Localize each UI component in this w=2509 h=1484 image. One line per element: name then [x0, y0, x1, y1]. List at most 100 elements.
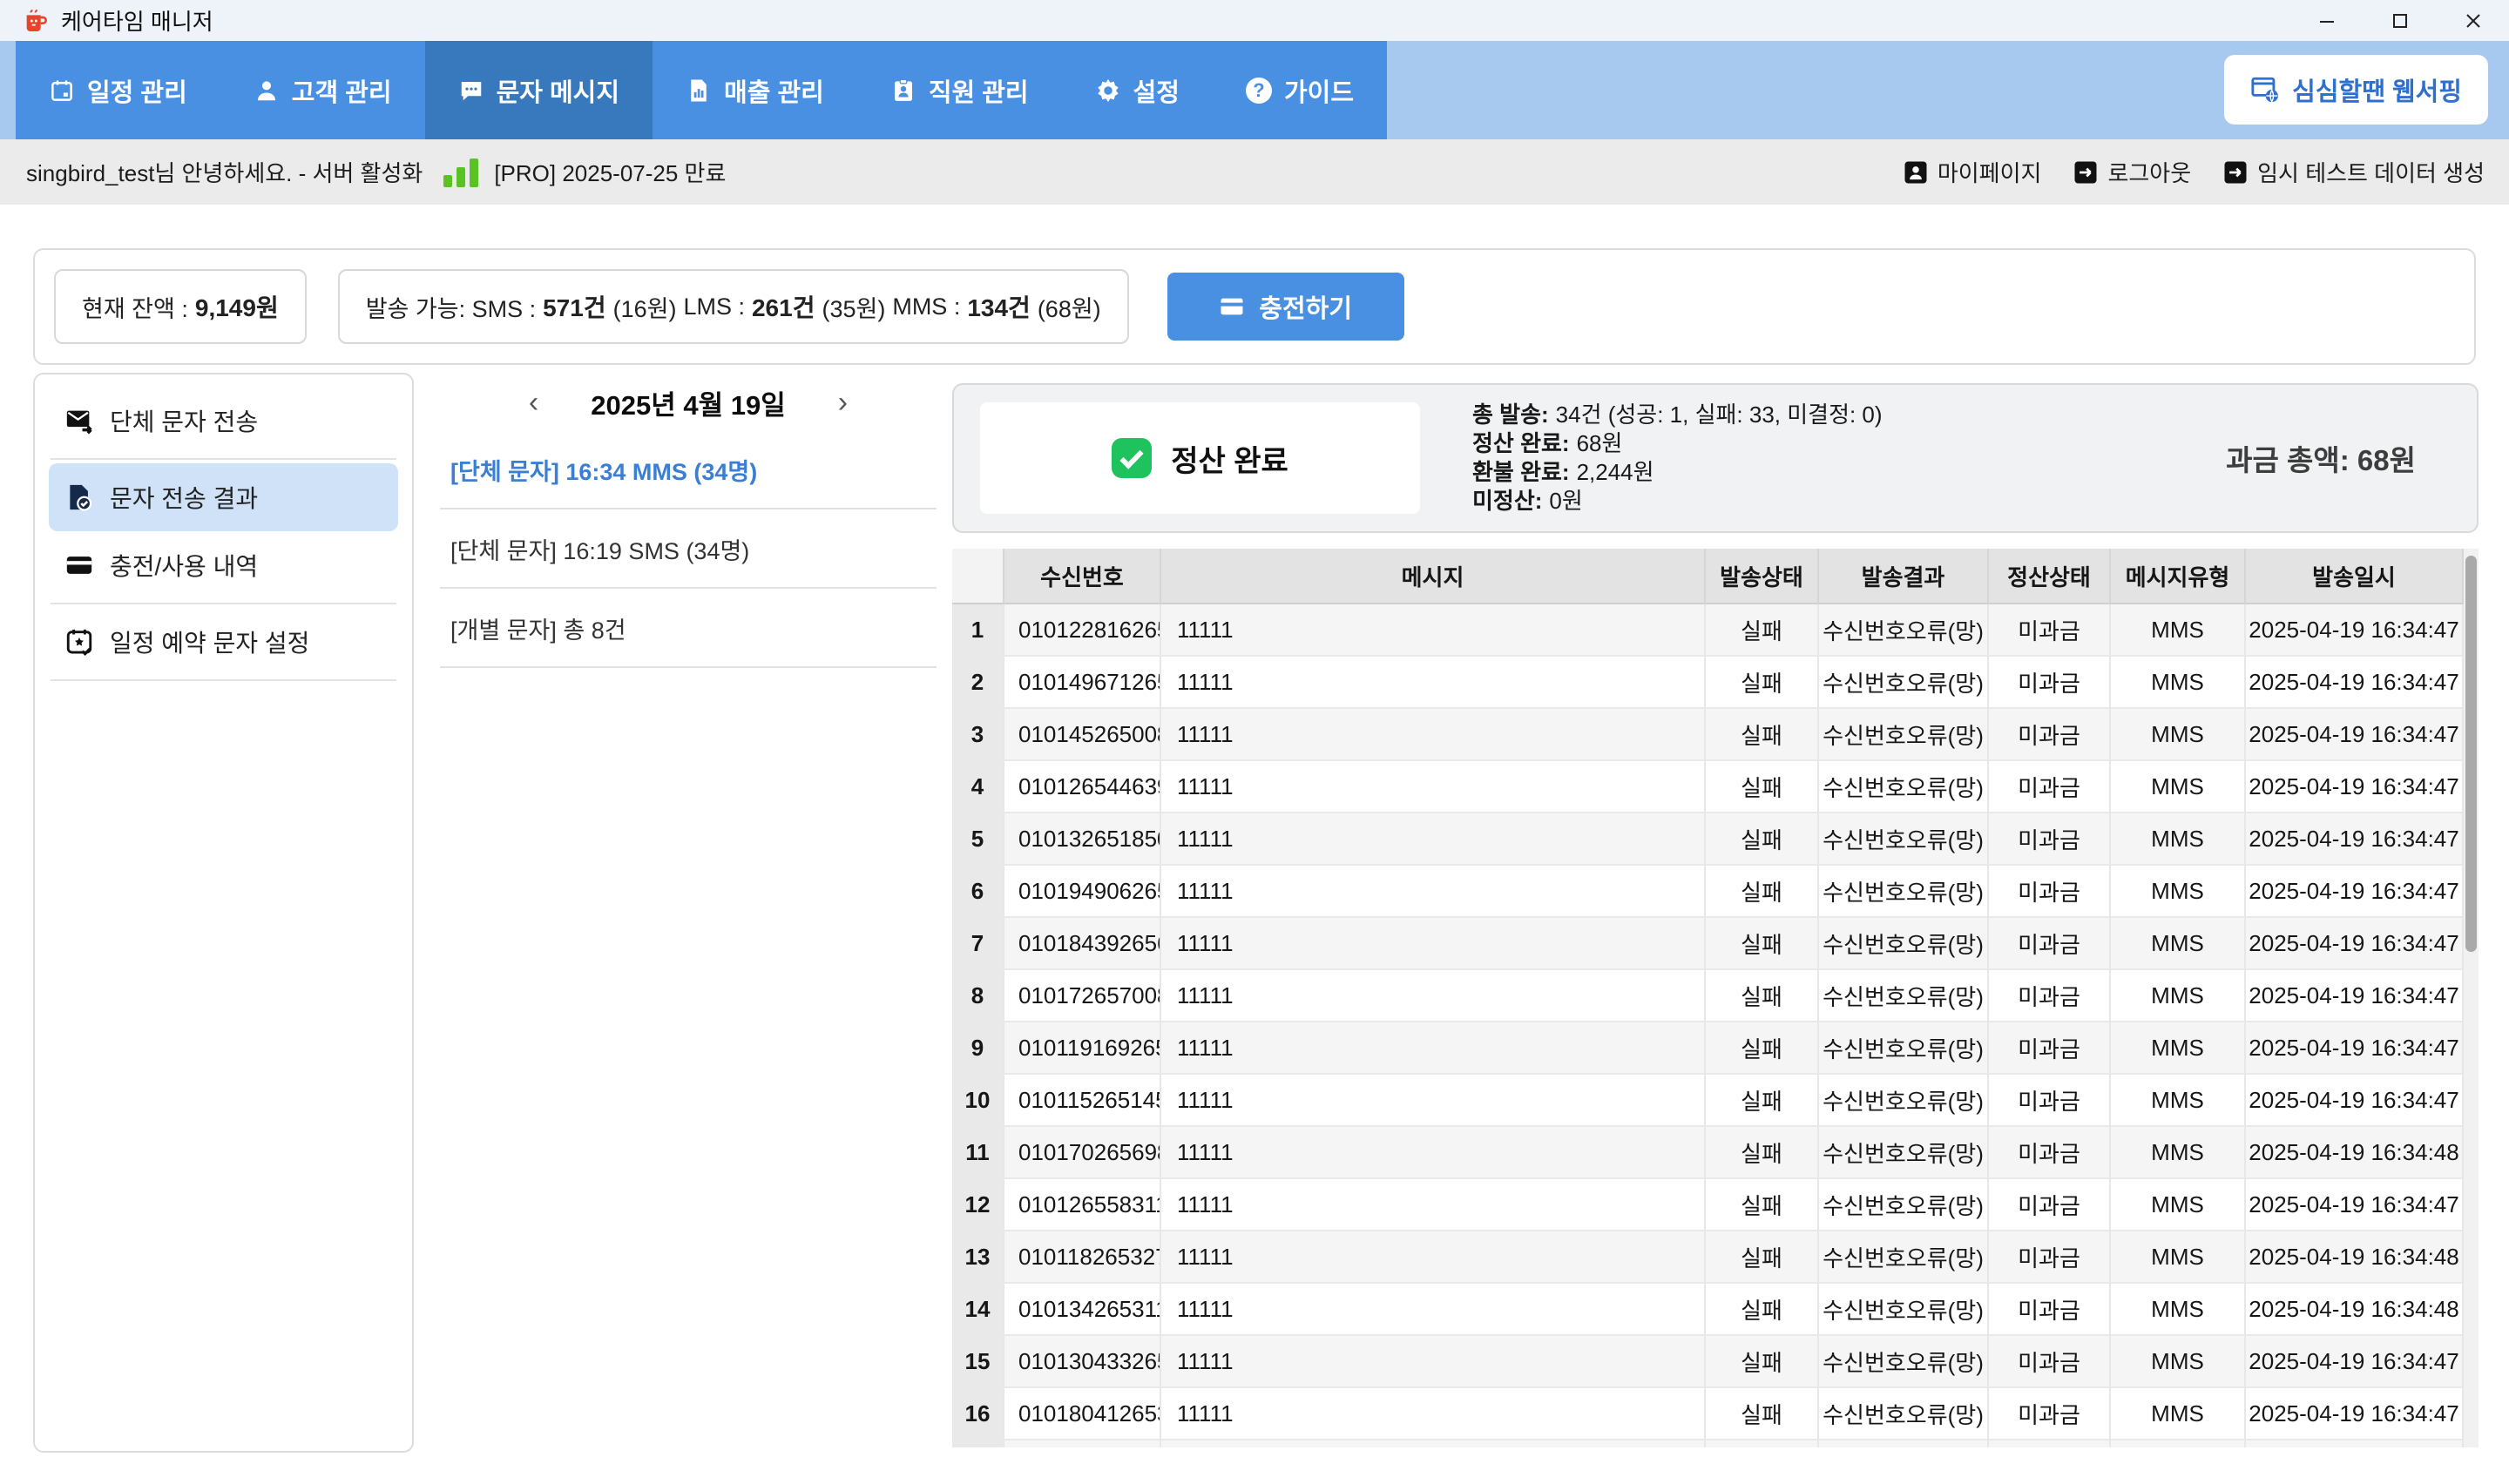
browser-globe-icon [2250, 75, 2280, 105]
greeting-text: singbird_test님 안녕하세요. - 서버 활성화 [26, 156, 423, 188]
cell-billing: 미과금 [1989, 1179, 2111, 1231]
header-type: 메시지유형 [2111, 549, 2246, 604]
sidebar-item-bulk-send[interactable]: 단체 문자 전송 [49, 387, 398, 455]
mms-price: (68원) [1038, 290, 1101, 324]
sms-price: (16원) [613, 290, 677, 324]
cell-message: 11111 [1161, 918, 1706, 970]
status-bar: singbird_test님 안녕하세요. - 서버 활성화 [PRO] 202… [0, 139, 2509, 205]
cell-status: 실패 [1706, 1388, 1819, 1440]
cell-status: 실패 [1706, 761, 1819, 813]
cell-row-number: 8 [952, 970, 1004, 1022]
tab-sms[interactable]: 문자 메시지 [425, 41, 653, 139]
web-surfing-button[interactable]: 심심할땐 웹서핑 [2224, 55, 2488, 125]
cell-datetime: 2025-04-19 16:34:47 [2246, 813, 2464, 866]
cell-phone: 010184392656 [1004, 918, 1161, 970]
person-square-icon [1903, 159, 1929, 186]
tab-sales[interactable]: 매출 관리 [653, 41, 857, 139]
stat-value: 68원 [1577, 430, 1623, 456]
close-icon[interactable] [2462, 10, 2485, 32]
cell-billing: 미과금 [1989, 1075, 2111, 1127]
cell-phone: 010194906265 [1004, 866, 1161, 918]
cell-result: 수신번호오류(망) [1819, 604, 1989, 657]
cell-status: 실패 [1706, 604, 1819, 657]
sidebar-label: 일정 예약 문자 설정 [110, 624, 309, 659]
cell-status: 실패 [1706, 1284, 1819, 1336]
tab-label: 설정 [1133, 72, 1180, 109]
cell-row-number: 6 [952, 866, 1004, 918]
tab-label: 고객 관리 [292, 72, 392, 109]
cell-status: 실패 [1706, 1127, 1819, 1179]
cell-row-number: 14 [952, 1284, 1004, 1336]
cell-result: 수신번호오류(망) [1819, 1336, 1989, 1388]
cell-result: 수신번호오류(망) [1819, 761, 1989, 813]
tab-schedule[interactable]: 일정 관리 [16, 41, 220, 139]
cell-message: 11111 [1161, 1127, 1706, 1179]
stat-line: 환불 완료:2,244원 [1472, 458, 1883, 487]
cell-datetime [2246, 1440, 2464, 1447]
cell-result: 수신번호오류(망) [1819, 1284, 1989, 1336]
settlement-status-badge: 정산 완료 [980, 402, 1420, 514]
cell-type: MMS [2111, 1179, 2246, 1231]
help-icon: ? [1246, 78, 1272, 104]
cell-phone: 010119169265 [1004, 1022, 1161, 1075]
table-scrollbar [2464, 549, 2479, 1447]
cell-type: MMS [2111, 970, 2246, 1022]
mypage-link[interactable]: 마이페이지 [1903, 156, 2042, 188]
cell-billing: 미과금 [1989, 657, 2111, 709]
capacity-prefix: 발송 가능: SMS : [366, 290, 536, 324]
cell-datetime: 2025-04-19 16:34:47 [2246, 918, 2464, 970]
sidebar-label: 충전/사용 내역 [110, 548, 258, 583]
mypage-label: 마이페이지 [1938, 156, 2042, 188]
test-data-link[interactable]: 임시 테스트 데이터 생성 [2222, 156, 2485, 188]
cell-phone: 010172657008 [1004, 970, 1161, 1022]
generate-arrow-icon [2222, 159, 2249, 186]
license-text: [PRO] 2025-07-25 만료 [494, 156, 726, 188]
cell-row-number: 15 [952, 1336, 1004, 1388]
sidebar-item-send-results[interactable]: 문자 전송 결과 [49, 463, 398, 531]
maximize-icon[interactable] [2389, 10, 2411, 32]
charge-label: 충전하기 [1259, 288, 1352, 325]
prev-day-chevron[interactable]: ‹ [524, 388, 544, 417]
divider [51, 458, 396, 460]
cell-phone: 010115265145 [1004, 1075, 1161, 1127]
stat-label: 미정산: [1472, 488, 1542, 514]
mms-label: MMS : [892, 293, 960, 320]
stat-value: 2,244원 [1577, 459, 1654, 485]
message-group-item[interactable]: [개별 문자] 총 8건 [440, 589, 937, 668]
message-group-item[interactable]: [단체 문자] 16:19 SMS (34명) [440, 509, 937, 589]
tab-staff[interactable]: 직원 관리 [857, 41, 1062, 139]
sidebar-item-charge-history[interactable]: 충전/사용 내역 [49, 531, 398, 599]
tab-customers[interactable]: 고객 관리 [220, 41, 425, 139]
stat-value: 34건 (성공: 1, 실패: 33, 미결정: 0) [1556, 401, 1883, 428]
message-group-item[interactable]: [단체 문자] 16:34 MMS (34명) [440, 430, 937, 509]
cell-datetime: 2025-04-19 16:34:48 [2246, 1127, 2464, 1179]
cell-type: MMS [2111, 918, 2246, 970]
cell-message: 11111 [1161, 1388, 1706, 1440]
stat-line: 미정산:0원 [1472, 487, 1883, 516]
cell-status: 실패 [1706, 1075, 1819, 1127]
tab-guide[interactable]: ? 가이드 [1213, 41, 1387, 139]
cell-datetime: 2025-04-19 16:34:48 [2246, 1284, 2464, 1336]
charge-button[interactable]: 충전하기 [1167, 273, 1404, 341]
cell-message: 11111 [1161, 1336, 1706, 1388]
cell-type: MMS [2111, 1284, 2246, 1336]
envelope-send-icon [64, 406, 94, 435]
cell-datetime: 2025-04-19 16:34:47 [2246, 604, 2464, 657]
person-icon [254, 78, 280, 104]
cell-phone: 010126558311 [1004, 1179, 1161, 1231]
cell-phone: 010134265311 [1004, 1284, 1161, 1336]
cell-status: 실패 [1706, 657, 1819, 709]
sidebar-item-scheduled-sms[interactable]: 일정 예약 문자 설정 [49, 608, 398, 676]
cell-message: 11111 [1161, 709, 1706, 761]
scrollbar-thumb[interactable] [2465, 556, 2477, 952]
logout-link[interactable]: 로그아웃 [2073, 156, 2191, 188]
billing-total: 과금 총액: 68원 [2226, 437, 2416, 479]
cell-status: 실패 [1706, 918, 1819, 970]
cell-message [1161, 1440, 1706, 1447]
next-day-chevron[interactable]: › [833, 388, 853, 417]
cell-status: 실패 [1706, 970, 1819, 1022]
cell-billing: 미과금 [1989, 1127, 2111, 1179]
minimize-icon[interactable] [2316, 10, 2338, 32]
cell-row-number: 12 [952, 1179, 1004, 1231]
tab-settings[interactable]: 설정 [1062, 41, 1213, 139]
